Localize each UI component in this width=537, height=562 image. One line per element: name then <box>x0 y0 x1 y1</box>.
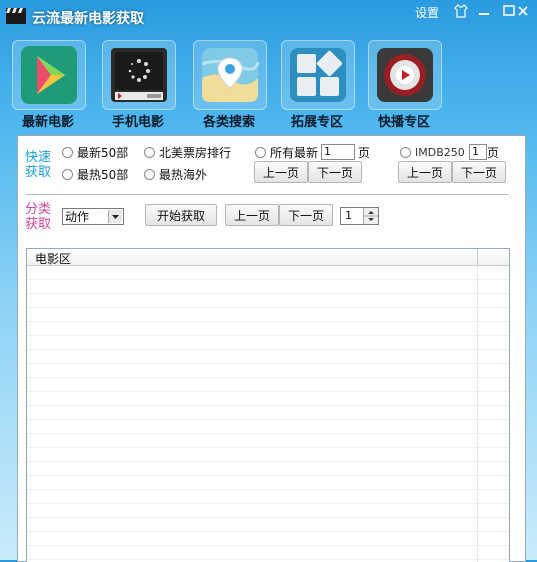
imdb-prev-page-button[interactable]: 上一页 <box>398 161 452 183</box>
minimize-icon <box>479 13 489 15</box>
close-button[interactable] <box>511 2 535 20</box>
radio-dot <box>62 168 73 180</box>
radio-latest-50[interactable]: 最新50部 <box>62 144 128 160</box>
imdb-page-input[interactable]: 1 <box>469 144 487 160</box>
skin-button[interactable] <box>449 2 473 20</box>
column-divider[interactable] <box>477 249 478 265</box>
radio-dot <box>400 146 411 158</box>
category-prev-page-button[interactable]: 上一页 <box>225 204 279 226</box>
category-label-bottom: 获取 <box>25 217 52 232</box>
radio-imdb250[interactable]: IMDB250 <box>400 144 465 160</box>
column-gridline <box>477 266 478 562</box>
tool-label: 快播专区 <box>377 115 430 130</box>
movie-list-header: 电影区 <box>27 249 509 266</box>
map-pin-icon <box>193 40 267 110</box>
tool-qvod[interactable]: 快播专区 <box>362 38 446 130</box>
category-next-page-button[interactable]: 下一页 <box>279 204 333 226</box>
movie-list[interactable]: 电影区 <box>26 248 510 562</box>
radio-dot <box>144 146 155 158</box>
window-title: 云流最新电影获取 <box>32 11 144 27</box>
category-selected-value: 动作 <box>65 210 90 224</box>
radio-label: IMDB250 <box>415 145 465 159</box>
radio-dot <box>62 146 73 158</box>
quick-next-page-button[interactable]: 下一页 <box>308 161 362 183</box>
category-fetch-label: 分类 获取 <box>25 202 53 232</box>
start-fetch-button[interactable]: 开始获取 <box>145 204 217 226</box>
tool-label: 最新电影 <box>21 115 74 130</box>
radio-hot-50[interactable]: 最热50部 <box>62 166 128 182</box>
radio-all-latest[interactable]: 所有最新 <box>255 144 318 160</box>
play-store-icon <box>12 40 86 110</box>
main-toolbar: 最新电影 手机电影 各类搜索 拓展专区 快播专区 <box>0 38 537 130</box>
quick-fetch-label: 快速 获取 <box>25 150 53 180</box>
imdb-next-page-button[interactable]: 下一页 <box>452 161 506 183</box>
tool-mobile-movies[interactable]: 手机电影 <box>96 38 180 130</box>
page-suffix: 页 <box>487 146 500 160</box>
category-select[interactable]: 动作 <box>62 208 124 225</box>
quick-label-top: 快速 <box>25 150 52 165</box>
minimize-button[interactable] <box>472 2 496 20</box>
tool-label: 拓展专区 <box>290 115 343 130</box>
column-header-movies[interactable]: 电影区 <box>35 250 71 267</box>
category-page-value: 1 <box>345 209 352 222</box>
quick-label-bottom: 获取 <box>25 165 52 180</box>
video-player-icon <box>102 40 176 110</box>
tool-label: 各类搜索 <box>202 115 255 130</box>
tool-latest-movies[interactable]: 最新电影 <box>6 38 90 130</box>
quick-prev-page-button[interactable]: 上一页 <box>254 161 308 183</box>
page-suffix: 页 <box>358 146 371 160</box>
close-icon <box>518 6 528 16</box>
category-page-stepper[interactable]: 1 <box>340 207 379 225</box>
settings-button[interactable]: 设置 <box>415 4 439 21</box>
radio-label: 最热50部 <box>77 167 129 182</box>
tiles-icon <box>281 40 355 110</box>
radio-hot-overseas[interactable]: 最热海外 <box>144 166 207 182</box>
chevron-down-icon <box>108 210 122 223</box>
radio-label: 最新50部 <box>77 145 129 160</box>
qvod-disc-icon <box>368 40 442 110</box>
tool-label: 手机电影 <box>111 115 164 130</box>
radio-dot <box>255 146 266 158</box>
all-latest-page-input[interactable]: 1 <box>321 144 355 160</box>
shirt-icon <box>454 4 468 18</box>
radio-label: 最热海外 <box>159 167 208 182</box>
clapperboard-icon <box>6 8 26 24</box>
radio-na-boxoffice[interactable]: 北美票房排行 <box>144 144 231 160</box>
main-panel: 快速 获取 最新50部 最热50部 北美票房排行 最热海外 所有最新 1 页 上… <box>17 135 526 562</box>
up-down-arrows-icon <box>364 211 378 221</box>
tool-extensions[interactable]: 拓展专区 <box>275 38 359 130</box>
section-divider <box>26 194 508 195</box>
category-label-top: 分类 <box>25 202 52 217</box>
radio-dot <box>144 168 155 180</box>
stepper-arrows[interactable] <box>363 208 378 224</box>
radio-label: 所有最新 <box>270 145 319 160</box>
radio-label: 北美票房排行 <box>159 145 232 160</box>
title-bar: 云流最新电影获取 设置 <box>0 0 537 34</box>
tool-search[interactable]: 各类搜索 <box>187 38 271 130</box>
